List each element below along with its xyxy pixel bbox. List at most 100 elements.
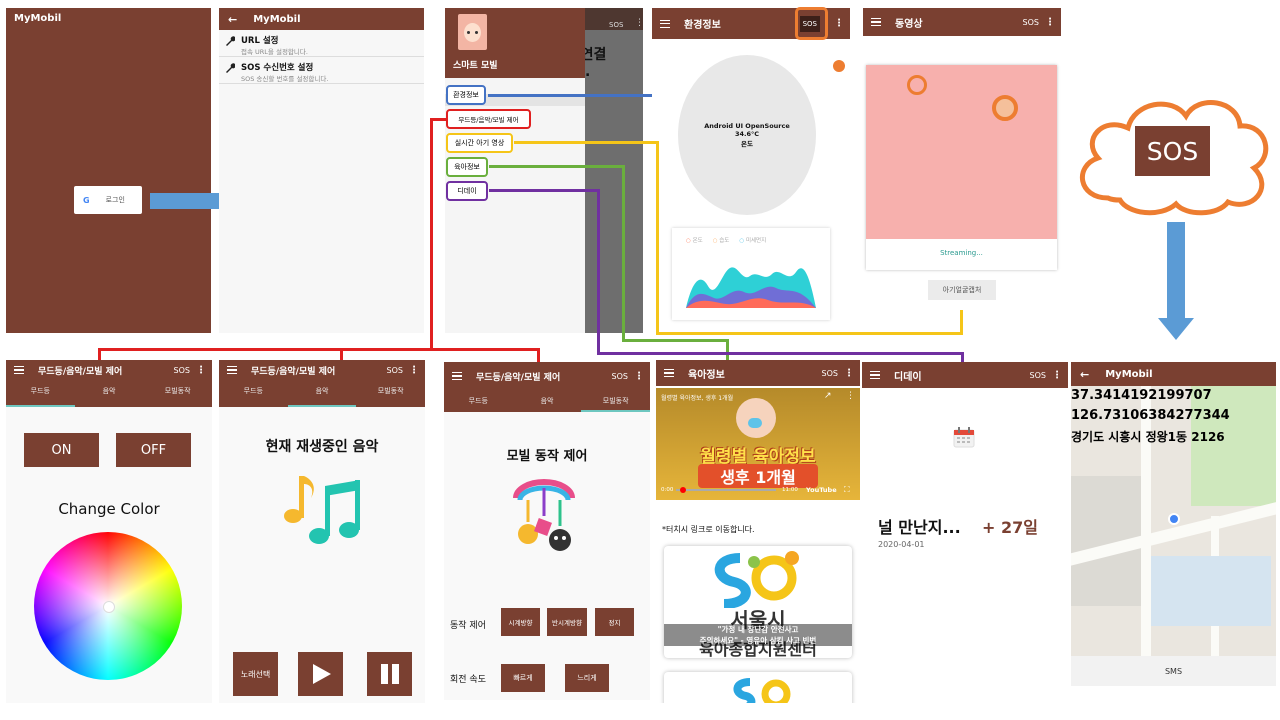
- tab-music[interactable]: 음악: [513, 390, 582, 412]
- light-off-button[interactable]: OFF: [116, 433, 191, 467]
- wrench-icon: [226, 63, 235, 73]
- speed-fast-button[interactable]: 빠르게: [501, 664, 545, 692]
- select-song-button[interactable]: 노래선택: [233, 652, 278, 696]
- link-card[interactable]: 서울시 육아종합지원센터 "가정 내 장난감 안전사고 주의하세요" - 영유아…: [664, 546, 852, 658]
- streaming-status: Streaming...: [940, 249, 983, 257]
- pause-button[interactable]: [367, 652, 412, 696]
- menu-icon[interactable]: [664, 369, 674, 377]
- drawer-item-env[interactable]: 환경정보: [446, 85, 486, 105]
- mood-tabs: 무드등 음악 모빌동작: [6, 380, 212, 407]
- tab-mobile[interactable]: 모빌동작: [143, 380, 212, 407]
- overflow-menu-icon[interactable]: ⋮: [844, 368, 854, 379]
- overflow-menu-icon[interactable]: ⋮: [196, 365, 206, 376]
- drawer-header: 스마트 모빌: [445, 8, 585, 78]
- tab-mood-light[interactable]: 무드등: [444, 390, 513, 412]
- tab-mobile[interactable]: 모빌동작: [581, 390, 651, 412]
- menu-icon[interactable]: [452, 372, 462, 380]
- video-card: Streaming...: [866, 65, 1057, 270]
- sos-button[interactable]: SOS: [1023, 18, 1039, 27]
- card-caption: "가정 내 장난감 안전사고 주의하세요" - 영유아 삼킴 사고 빈번: [664, 624, 852, 646]
- menu-icon[interactable]: [660, 19, 670, 28]
- menu-icon[interactable]: [227, 366, 237, 374]
- map-view[interactable]: [1071, 386, 1276, 656]
- overflow-menu-icon[interactable]: ⋮: [1052, 370, 1062, 381]
- link-card[interactable]: [664, 672, 852, 703]
- dday-headline: 널 만난지...: [878, 518, 961, 537]
- sms-button[interactable]: SMS: [1071, 656, 1276, 686]
- back-arrow-icon[interactable]: ←: [228, 13, 237, 26]
- back-arrow-icon[interactable]: ←: [1080, 368, 1089, 381]
- overflow-menu-icon[interactable]: ⋮: [409, 365, 419, 376]
- share-icon[interactable]: ↗: [824, 391, 832, 401]
- video-title-text: 월령별 육아정보, 생후 1개월: [661, 395, 734, 402]
- music-appbar: 무드등/음악/모빌 제어 SOS ⋮: [219, 360, 425, 380]
- stop-button[interactable]: 정지: [595, 608, 634, 636]
- live-video-frame: [866, 65, 1057, 239]
- google-login-button[interactable]: G 로그인: [74, 186, 142, 214]
- drawer-item-live-video[interactable]: 실시간 아기 영상: [446, 133, 513, 153]
- overflow-menu-icon[interactable]: ⋮: [1045, 17, 1055, 28]
- tab-music[interactable]: 음악: [75, 380, 144, 407]
- more-icon[interactable]: ⋮: [846, 391, 855, 401]
- drawer-item-control[interactable]: 무드등/음악/모빌 제어: [446, 109, 531, 129]
- menu-icon[interactable]: [871, 18, 881, 26]
- sos-button[interactable]: SOS: [609, 21, 623, 29]
- settings-title: MyMobil: [253, 13, 301, 25]
- sos-indicator-dot: [833, 60, 845, 72]
- tab-mood-light[interactable]: 무드등: [6, 380, 75, 407]
- drawer-item-dday[interactable]: 디데이: [446, 181, 488, 201]
- color-wheel[interactable]: [34, 532, 182, 680]
- dday-title: 디데이: [894, 371, 922, 383]
- overflow-menu-icon[interactable]: ⋮: [834, 18, 844, 29]
- temperature-circle: Android UI OpenSource 34.6°C 온도: [678, 55, 816, 215]
- calendar-icon: [953, 427, 975, 448]
- settings-item-title: URL 설정: [241, 36, 279, 46]
- tab-mood-light[interactable]: 무드등: [219, 380, 288, 407]
- tab-mobile[interactable]: 모빌동작: [356, 380, 425, 407]
- settings-item-url[interactable]: URL 설정 접속 URL을 설정합니다.: [219, 30, 424, 57]
- env-chart-card: ○ 온도 ○ 습도 ○ 미세먼지: [672, 228, 830, 320]
- google-icon: G: [83, 195, 90, 205]
- video-progress[interactable]: [676, 487, 776, 493]
- sos-label: SOS: [1135, 126, 1210, 176]
- capture-button[interactable]: 아기얼굴캡처: [928, 280, 996, 300]
- center-logo-icon: [733, 678, 791, 703]
- drawer-item-parenting[interactable]: 육아정보: [446, 157, 488, 177]
- settings-item-subtitle: SOS 송신할 번호를 설정합니다.: [241, 75, 329, 83]
- temperature-label: 온도: [741, 140, 753, 148]
- menu-icon[interactable]: [870, 371, 880, 379]
- video-duration: 11:00: [782, 487, 798, 493]
- tab-music[interactable]: 음악: [287, 380, 357, 407]
- sos-button[interactable]: SOS: [1030, 371, 1046, 380]
- fullscreen-icon[interactable]: ⛶: [844, 485, 850, 495]
- sos-button[interactable]: SOS: [612, 372, 628, 381]
- mood-appbar: 무드등/음악/모빌 제어 SOS ⋮: [6, 360, 212, 380]
- speed-slow-button[interactable]: 느리게: [565, 664, 609, 692]
- color-picker-handle[interactable]: [103, 601, 115, 613]
- overflow-menu-icon[interactable]: ⋮: [635, 18, 644, 28]
- menu-icon[interactable]: [14, 366, 24, 374]
- counter-clockwise-button[interactable]: 반시계방향: [547, 608, 587, 636]
- location-marker-icon: [1168, 513, 1180, 525]
- sos-button[interactable]: SOS: [174, 366, 190, 375]
- mood-title: 무드등/음악/모빌 제어: [38, 366, 123, 377]
- sos-button[interactable]: SOS: [822, 369, 838, 378]
- flow-arrow-down-icon: [1158, 222, 1194, 340]
- overflow-menu-icon[interactable]: ⋮: [634, 371, 644, 382]
- center-logo-icon: [714, 551, 799, 608]
- env-screen: 환경정보 SOS ⋮ Android UI OpenSource 34.6°C …: [652, 8, 850, 333]
- card-caption-line2: 주의하세요" - 영유아 삼킴 사고 빈번: [699, 636, 817, 645]
- clockwise-button[interactable]: 시계방향: [501, 608, 540, 636]
- settings-item-sos-number[interactable]: SOS 수신번호 설정 SOS 송신할 번호를 설정합니다.: [219, 57, 424, 84]
- connector-line-blue: [488, 94, 652, 97]
- youtube-player[interactable]: 월령별 육아정보, 생후 1개월 ↗ ⋮ 월령별 육아정보 생후 1개월 0:0…: [656, 388, 860, 500]
- baby-mobile-icon: [513, 479, 575, 551]
- music-title: 무드등/음악/모빌 제어: [251, 366, 336, 377]
- map-screen: ← MyMobil 37.3414192199707 126.731063842…: [1071, 362, 1276, 686]
- sos-button[interactable]: SOS: [387, 366, 403, 375]
- light-on-button[interactable]: ON: [24, 433, 99, 467]
- dday-screen: 디데이 SOS ⋮ 널 만난지... + 27일 2020-04-01: [862, 362, 1068, 655]
- video-screen: 동영상 SOS ⋮ Streaming... 아기얼굴캡처: [863, 8, 1061, 333]
- change-color-label: Change Color: [58, 500, 160, 518]
- play-button[interactable]: [298, 652, 343, 696]
